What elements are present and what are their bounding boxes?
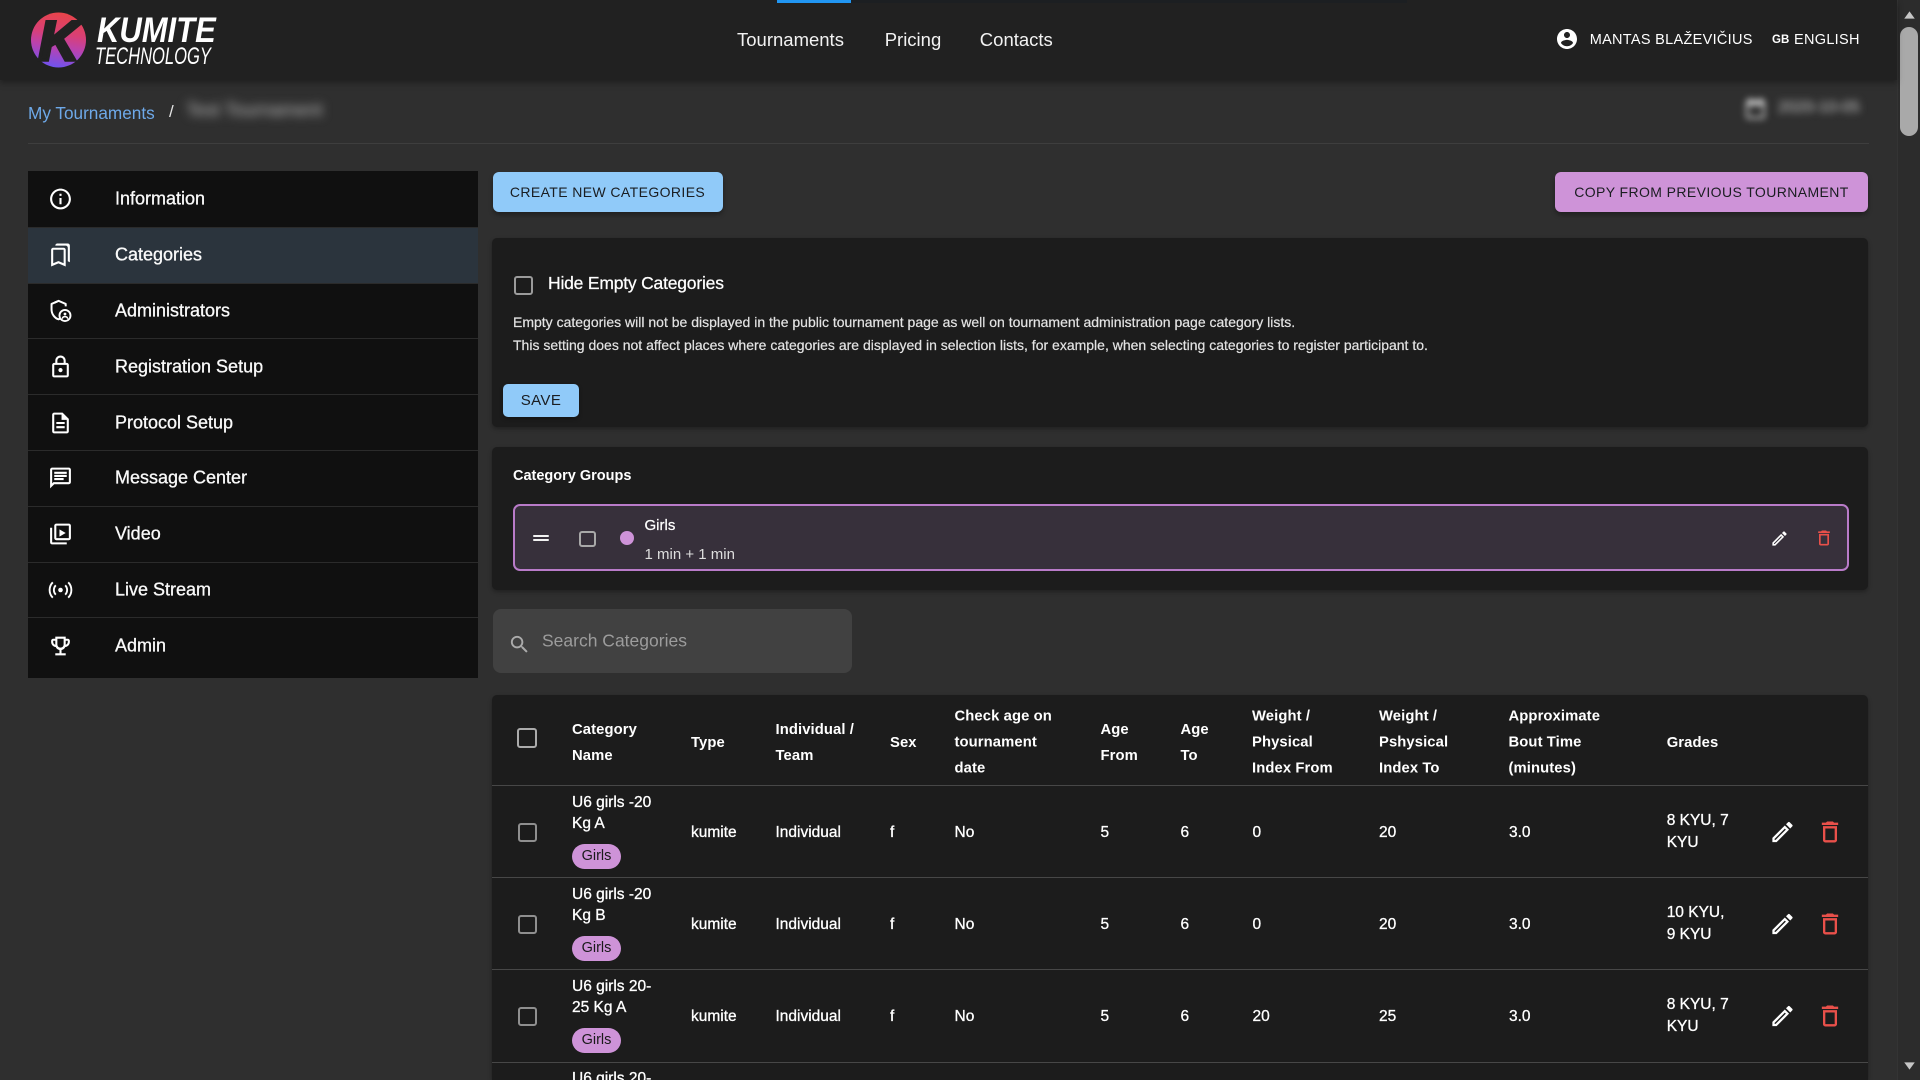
svg-text:K: K bbox=[39, 12, 83, 68]
